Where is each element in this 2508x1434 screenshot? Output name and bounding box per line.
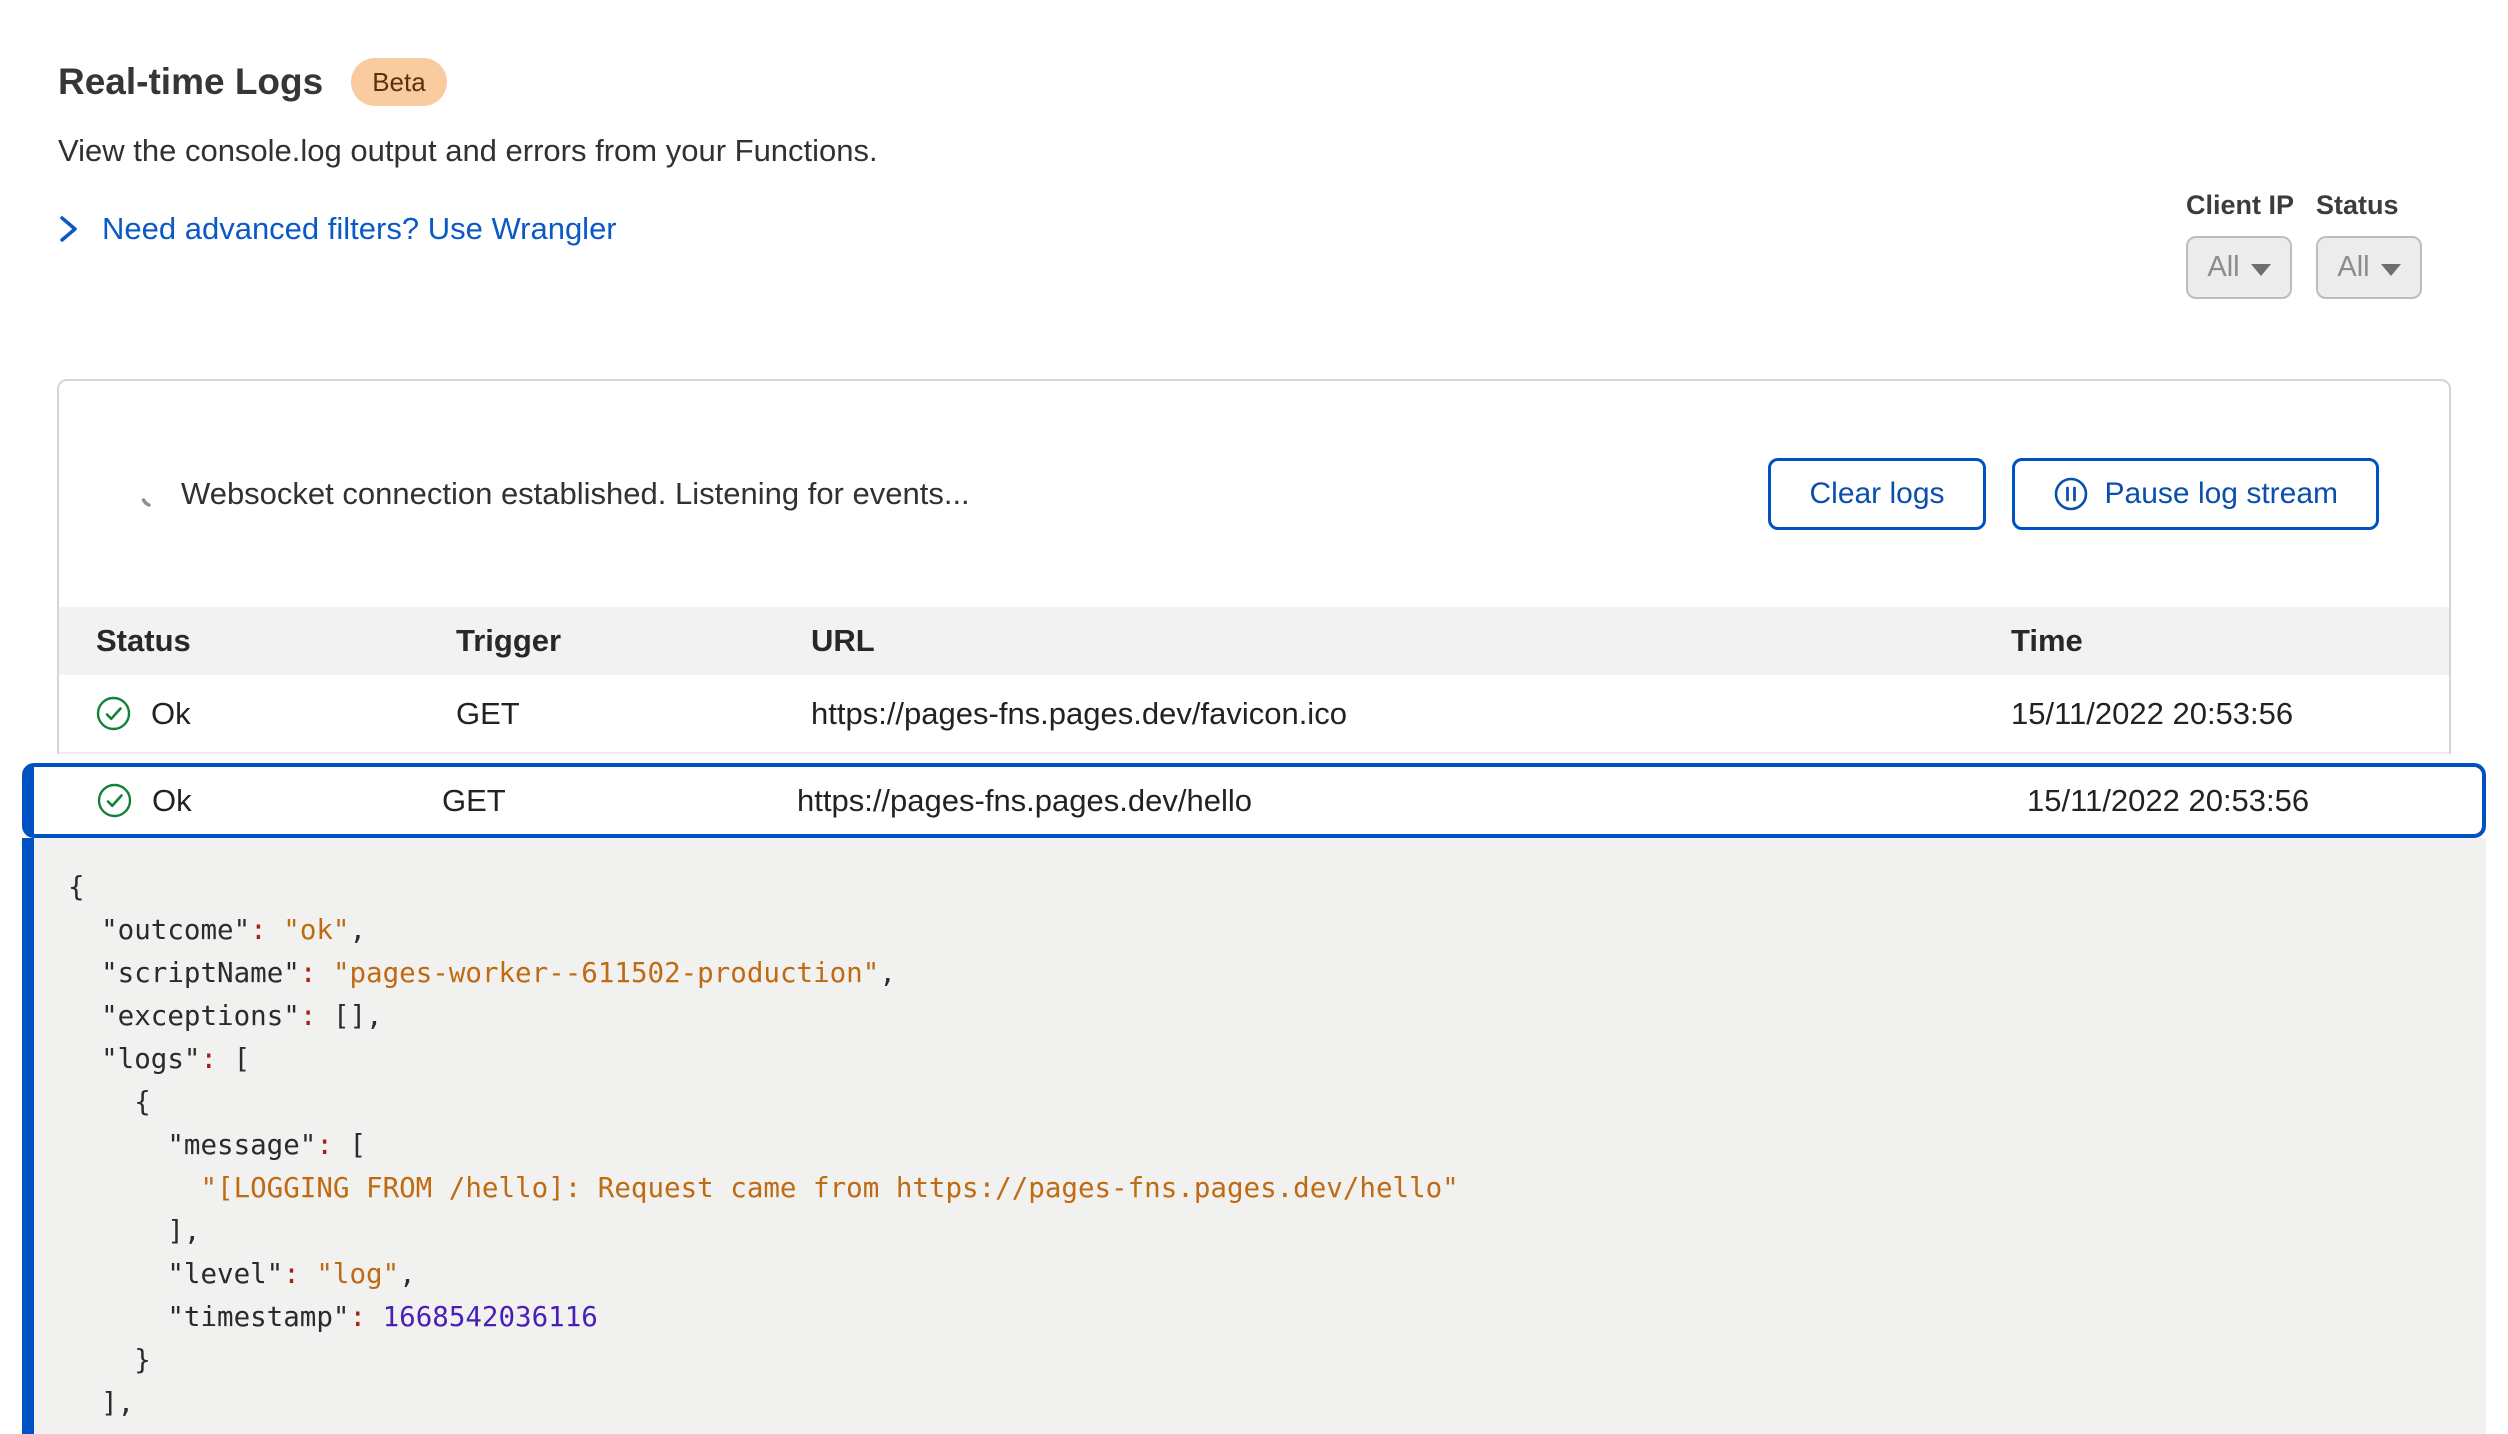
- table-row[interactable]: Ok GET https://pages-fns.pages.dev/favic…: [59, 675, 2449, 754]
- column-header-trigger: Trigger: [456, 623, 811, 659]
- row-url: https://pages-fns.pages.dev/favicon.ico: [811, 696, 2011, 732]
- row-time: 15/11/2022 20:53:56: [2027, 783, 2482, 819]
- table-header: Status Trigger URL Time: [59, 607, 2449, 675]
- status-filter-select[interactable]: All: [2316, 236, 2422, 299]
- websocket-status-bar: Websocket connection established. Listen…: [59, 381, 2449, 607]
- clear-logs-label: Clear logs: [1809, 477, 1944, 511]
- clear-logs-button[interactable]: Clear logs: [1768, 458, 1985, 530]
- check-circle-icon: [96, 696, 131, 731]
- client-ip-filter-value: All: [2207, 251, 2239, 284]
- pause-log-stream-label: Pause log stream: [2105, 477, 2338, 511]
- log-detail-json: { "outcome": "ok", "scriptName": "pages-…: [68, 866, 2486, 1425]
- wrangler-link[interactable]: Need advanced filters? Use Wrangler: [102, 211, 617, 247]
- caret-down-icon: [2251, 264, 2271, 276]
- status-filter-group: Status All: [2316, 190, 2422, 299]
- status-filter-label: Status: [2316, 190, 2399, 221]
- beta-badge: Beta: [351, 58, 447, 106]
- row-trigger: GET: [442, 783, 797, 819]
- realtime-logs-page: Real-time Logs Beta View the console.log…: [0, 0, 2508, 1434]
- logs-card: Websocket connection established. Listen…: [57, 379, 2451, 754]
- expanded-log-entry: Ok GET https://pages-fns.pages.dev/hello…: [22, 763, 2486, 1434]
- row-status: Ok: [151, 696, 191, 732]
- chevron-right-icon: [58, 212, 80, 246]
- table-row-selected[interactable]: Ok GET https://pages-fns.pages.dev/hello…: [22, 763, 2486, 838]
- client-ip-filter-label: Client IP: [2186, 190, 2294, 221]
- status-filter-value: All: [2337, 251, 2369, 284]
- column-header-status: Status: [96, 623, 456, 659]
- client-ip-filter-select[interactable]: All: [2186, 236, 2292, 299]
- spinner-icon: [139, 481, 165, 507]
- client-ip-filter-group: Client IP All: [2186, 190, 2294, 299]
- websocket-status-text: Websocket connection established. Listen…: [181, 476, 970, 512]
- caret-down-icon: [2381, 264, 2401, 276]
- row-time: 15/11/2022 20:53:56: [2011, 696, 2449, 732]
- pause-log-stream-button[interactable]: Pause log stream: [2012, 458, 2379, 530]
- log-detail-panel: { "outcome": "ok", "scriptName": "pages-…: [22, 838, 2486, 1434]
- log-actions: Clear logs Pause log stream: [1768, 458, 2379, 530]
- page-subtitle: View the console.log output and errors f…: [58, 133, 878, 169]
- page-title: Real-time Logs: [58, 61, 323, 103]
- pause-icon: [2053, 476, 2089, 512]
- column-header-url: URL: [811, 623, 2011, 659]
- column-header-time: Time: [2011, 623, 2449, 659]
- page-header: Real-time Logs Beta View the console.log…: [58, 58, 878, 247]
- row-status: Ok: [152, 783, 192, 819]
- row-trigger: GET: [456, 696, 811, 732]
- row-url: https://pages-fns.pages.dev/hello: [797, 783, 2027, 819]
- check-circle-icon: [97, 783, 132, 818]
- filters: Client IP All Status All: [2186, 190, 2422, 299]
